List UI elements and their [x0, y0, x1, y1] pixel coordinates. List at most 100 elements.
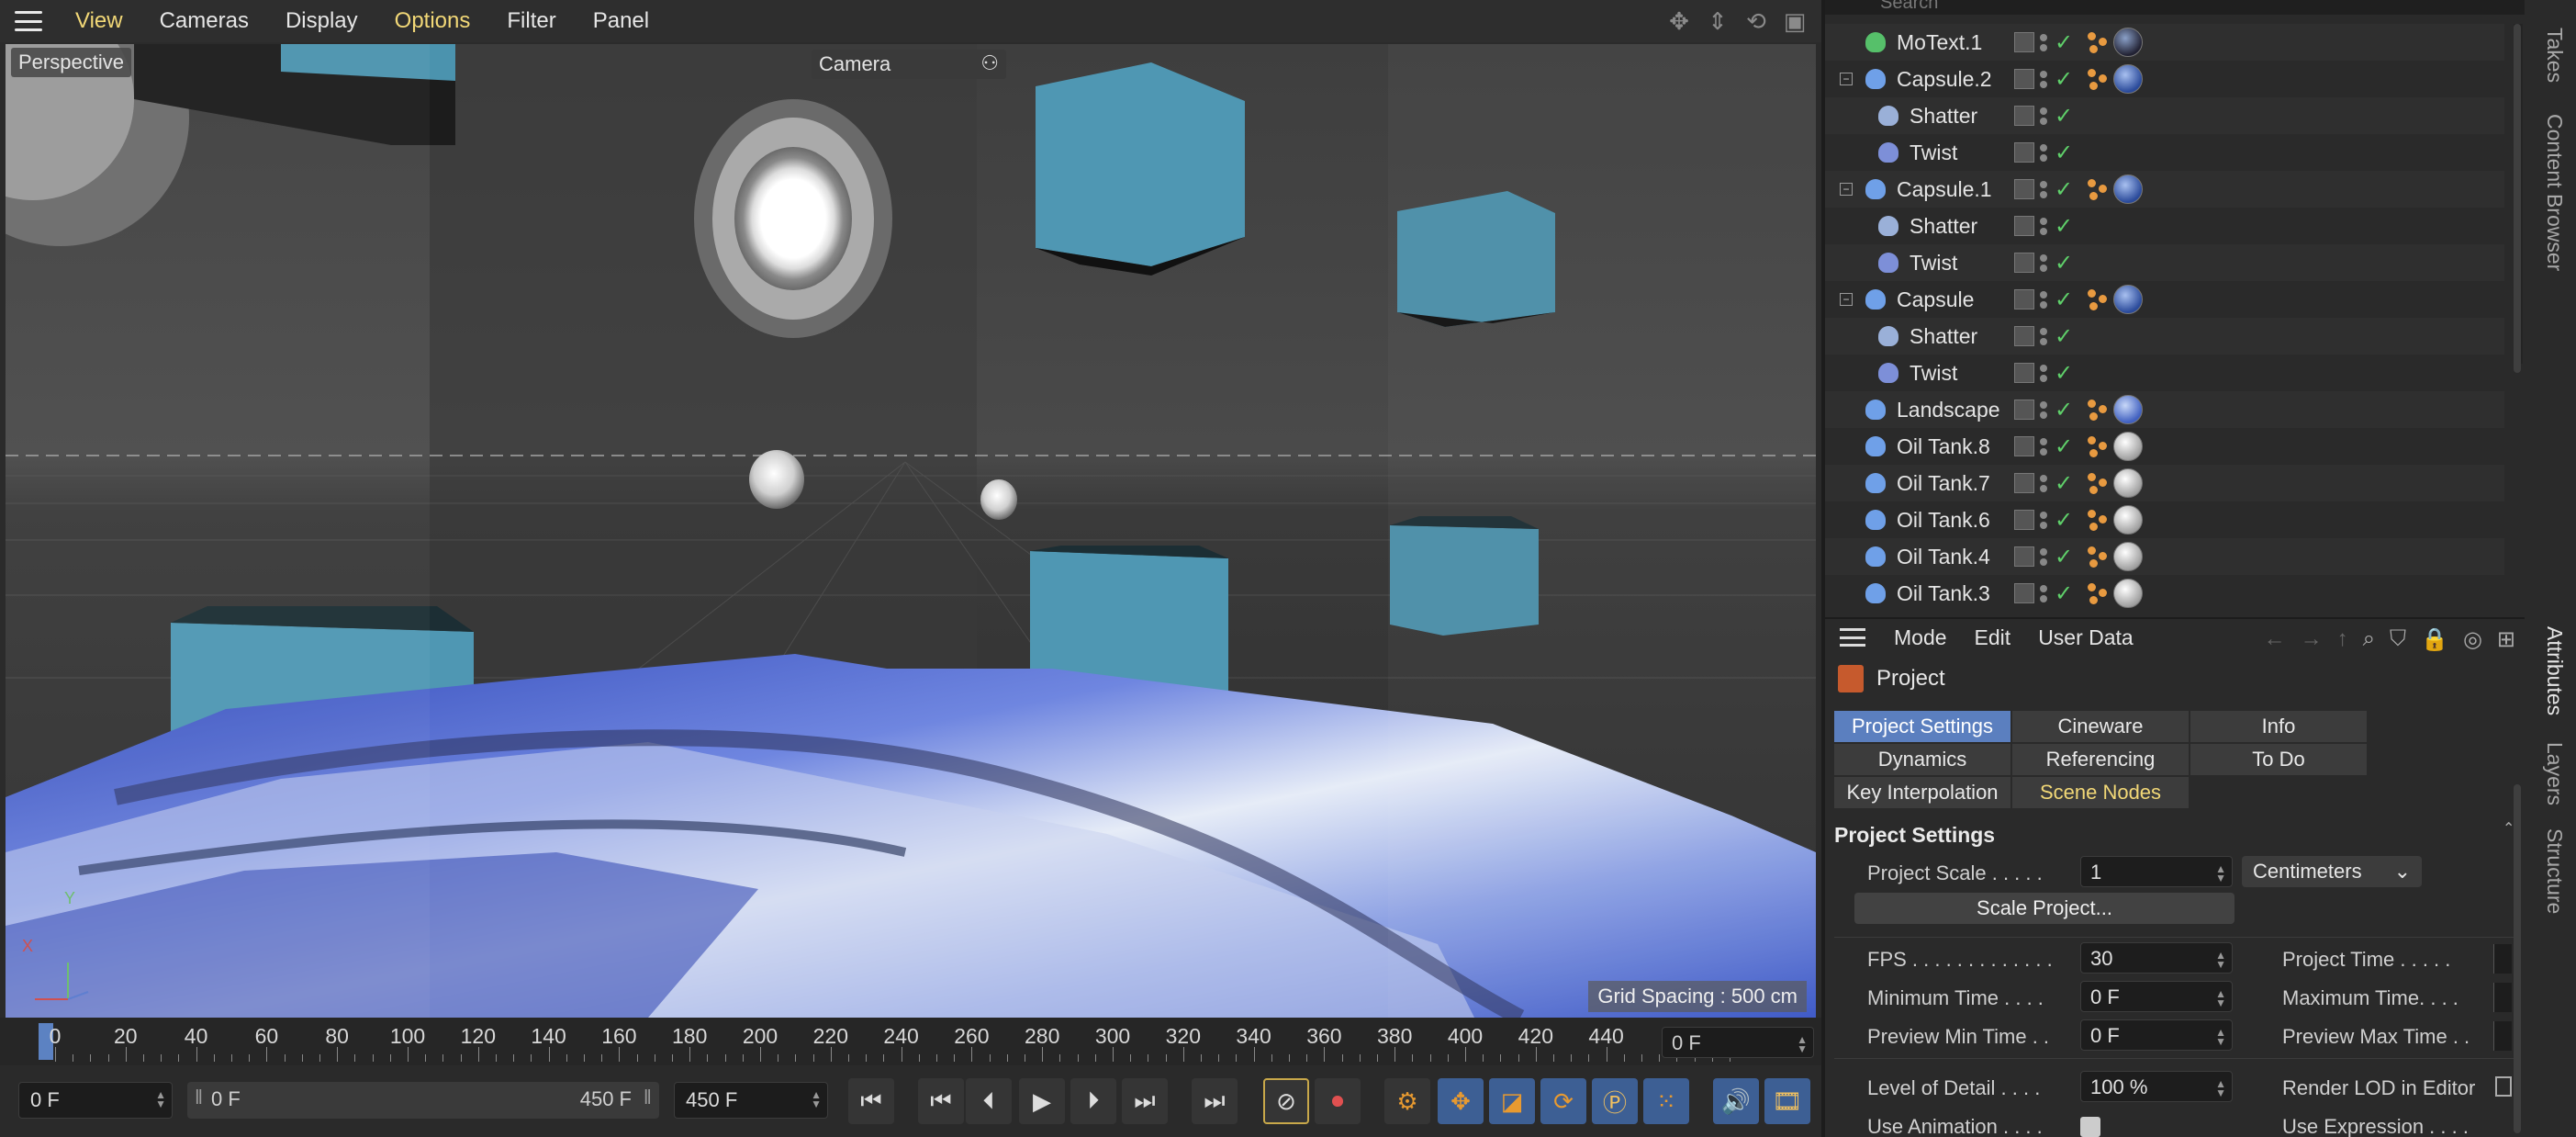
object-row[interactable]: Twist ✓	[1825, 134, 2504, 171]
visibility-dots-icon[interactable]	[2040, 400, 2049, 419]
visibility-dots-icon[interactable]	[2040, 437, 2049, 456]
phong-tag-icon[interactable]	[2086, 434, 2110, 458]
layer-box-icon[interactable]	[2014, 473, 2034, 493]
material-tag-icon[interactable]	[2113, 28, 2143, 57]
material-tag-icon[interactable]	[2113, 285, 2143, 314]
object-row[interactable]: Oil Tank.3 ✓	[1825, 575, 2504, 612]
spinner-icon[interactable]: ▲ ▼	[1797, 1034, 1808, 1054]
camera-selector[interactable]: Camera ⚇	[812, 50, 1006, 79]
object-row[interactable]: Shatter ✓	[1825, 97, 2504, 134]
object-name[interactable]: MoText.1	[1897, 30, 1996, 55]
enabled-check-icon[interactable]: ✓	[2055, 323, 2073, 350]
object-row[interactable]: Oil Tank.7 ✓	[1825, 465, 2504, 501]
tree-toggle-icon[interactable]: −	[1840, 73, 1853, 85]
visibility-dots-icon[interactable]	[2040, 143, 2049, 162]
object-name[interactable]: Twist	[1910, 141, 2009, 165]
min-time-input[interactable]: 0 F ▲ ▼	[2080, 981, 2233, 1012]
zoom-view-icon[interactable]: ⇕	[1704, 7, 1731, 35]
object-name[interactable]: Oil Tank.3	[1897, 581, 1996, 606]
layer-box-icon[interactable]	[2014, 510, 2034, 530]
object-name[interactable]: Oil Tank.6	[1897, 508, 1996, 533]
tab-attributes[interactable]: Attributes	[2542, 626, 2567, 715]
object-name[interactable]: Oil Tank.4	[1897, 545, 1996, 569]
layer-box-icon[interactable]	[2014, 216, 2034, 236]
object-row[interactable]: Twist ✓	[1825, 355, 2504, 391]
menu-user-data[interactable]: User Data	[2024, 625, 2147, 650]
sound-icon[interactable]: 🔊	[1713, 1078, 1759, 1124]
render-lod-checkbox[interactable]	[2495, 1076, 2512, 1097]
rotate-view-icon[interactable]: ⟲	[1742, 7, 1770, 35]
preview-range-slider[interactable]: ‖ 0 F 450 F ‖	[187, 1082, 659, 1119]
range-handle-right-icon[interactable]: ‖	[644, 1086, 652, 1109]
preview-min-input[interactable]: 0 F ▲ ▼	[2080, 1019, 2233, 1051]
tab-cineware[interactable]: Cineware	[2012, 711, 2189, 742]
enabled-check-icon[interactable]: ✓	[2055, 433, 2073, 460]
enabled-check-icon[interactable]: ✓	[2055, 544, 2073, 570]
object-row[interactable]: Landscape ✓	[1825, 391, 2504, 428]
attribute-scrollbar[interactable]	[2514, 784, 2521, 1133]
layer-box-icon[interactable]	[2014, 32, 2034, 52]
tab-content-browser[interactable]: Content Browser	[2542, 114, 2567, 271]
object-row[interactable]: Oil Tank.6 ✓	[1825, 501, 2504, 538]
menu-mode[interactable]: Mode	[1880, 625, 1961, 650]
menu-filter[interactable]: Filter	[488, 8, 574, 34]
object-row[interactable]: MoText.1 ✓	[1825, 24, 2504, 61]
key-parameter-icon[interactable]: Ⓟ	[1592, 1078, 1638, 1124]
project-scale-input[interactable]: 1 ▲ ▼	[2080, 856, 2233, 887]
enabled-check-icon[interactable]: ✓	[2055, 66, 2073, 93]
range-handle-left-icon[interactable]: ‖	[195, 1086, 203, 1109]
spinner-icon[interactable]: ▲ ▼	[155, 1089, 166, 1109]
object-row[interactable]: Oil Tank.8 ✓	[1825, 428, 2504, 465]
play-icon[interactable]: ▶	[1019, 1078, 1065, 1124]
phong-tag-icon[interactable]	[2086, 471, 2110, 495]
go-to-start-icon[interactable]: ⏮	[848, 1078, 894, 1124]
lock-icon[interactable]: 🔒	[2421, 626, 2448, 653]
phong-tag-icon[interactable]	[2086, 398, 2110, 422]
phong-tag-icon[interactable]	[2086, 67, 2110, 91]
phong-tag-icon[interactable]	[2086, 177, 2110, 201]
spinner-icon[interactable]: ▲ ▼	[2215, 1027, 2226, 1047]
key-position-icon[interactable]: ✥	[1438, 1078, 1484, 1124]
tree-toggle-icon[interactable]: −	[1840, 293, 1853, 306]
object-row[interactable]: − Capsule.2 ✓	[1825, 61, 2504, 97]
hamburger-menu-icon[interactable]	[15, 11, 42, 31]
tab-info[interactable]: Info	[2190, 711, 2367, 742]
enabled-check-icon[interactable]: ✓	[2055, 29, 2073, 56]
material-tag-icon[interactable]	[2113, 468, 2143, 498]
fps-input[interactable]: 30 ▲ ▼	[2080, 942, 2233, 974]
object-name[interactable]: Twist	[1910, 361, 2009, 386]
tab-project-settings[interactable]: Project Settings	[1834, 711, 2010, 742]
visibility-dots-icon[interactable]	[2040, 180, 2049, 198]
visibility-dots-icon[interactable]	[2040, 584, 2049, 602]
object-name[interactable]: Capsule.2	[1897, 67, 1996, 92]
object-row[interactable]: Shatter ✓	[1825, 208, 2504, 244]
tab-to-do[interactable]: To Do	[2190, 744, 2367, 775]
object-name[interactable]: Shatter	[1910, 214, 2009, 239]
move-view-icon[interactable]: ✥	[1665, 7, 1693, 35]
spinner-icon[interactable]: ▲ ▼	[2215, 988, 2226, 1008]
new-panel-icon[interactable]: ⊞	[2497, 626, 2515, 653]
preview-max-input[interactable]	[2493, 1021, 2512, 1051]
enabled-check-icon[interactable]: ✓	[2055, 250, 2073, 276]
enabled-check-icon[interactable]: ✓	[2055, 580, 2073, 607]
visibility-dots-icon[interactable]	[2040, 33, 2049, 51]
material-tag-icon[interactable]	[2113, 505, 2143, 535]
menu-display[interactable]: Display	[267, 8, 376, 34]
current-frame-field[interactable]: 0 F ▲ ▼	[1662, 1027, 1814, 1058]
spinner-icon[interactable]: ▲ ▼	[2215, 1078, 2226, 1098]
timeline-ruler[interactable]: 0 20 40 60 80 100 120 140 160 180 200 220 240 260 280 3…	[0, 1018, 1821, 1065]
menu-panel[interactable]: Panel	[575, 8, 667, 34]
material-tag-icon[interactable]	[2113, 64, 2143, 94]
hamburger-menu-icon[interactable]	[1840, 628, 1865, 647]
layer-box-icon[interactable]	[2014, 69, 2034, 89]
prev-key-icon[interactable]: ⏮	[918, 1078, 964, 1124]
visibility-dots-icon[interactable]	[2040, 364, 2049, 382]
menu-options[interactable]: Options	[376, 8, 489, 34]
object-name[interactable]: Twist	[1910, 251, 2009, 276]
object-search-field[interactable]: Search	[1825, 0, 2525, 15]
keyframe-selection-icon[interactable]: ⚙	[1384, 1078, 1430, 1124]
enabled-check-icon[interactable]: ✓	[2055, 103, 2073, 129]
max-time-input[interactable]	[2493, 983, 2512, 1012]
back-arrow-icon[interactable]: ←	[2264, 626, 2286, 653]
key-rotation-icon[interactable]: ⟳	[1540, 1078, 1586, 1124]
